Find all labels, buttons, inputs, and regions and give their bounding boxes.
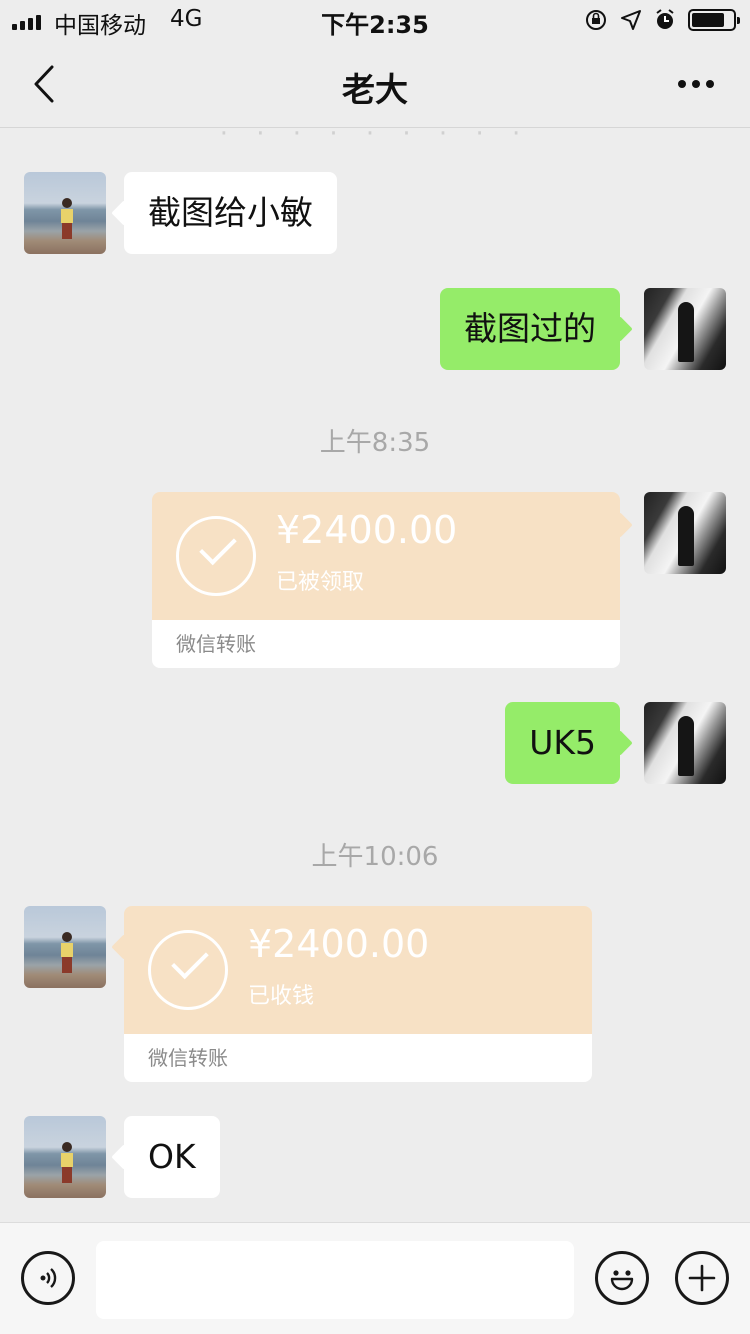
transfer-status: 已收钱 xyxy=(248,984,315,1009)
transfer-card[interactable]: ¥2400.00 已收钱 微信转账 xyxy=(124,906,592,1082)
location-icon xyxy=(621,10,641,30)
emoji-icon xyxy=(610,1270,634,1291)
more-dots-icon xyxy=(678,80,686,88)
contact-avatar[interactable] xyxy=(24,172,106,254)
sent-message-bubble[interactable]: 截图过的 xyxy=(440,288,620,370)
chat-header: 老大 xyxy=(0,40,750,128)
alarm-icon xyxy=(656,9,674,29)
check-circle-icon xyxy=(148,930,228,1010)
faded-previous-text: · · · · · · · · · xyxy=(219,129,531,149)
message-input[interactable] xyxy=(96,1241,574,1319)
transfer-amount: ¥2400.00 xyxy=(276,508,458,552)
chat-title: 老大 xyxy=(342,70,408,109)
transfer-footer: 微信转账 xyxy=(124,1034,592,1082)
status-bar: 中国移动 4G 下午2:35 xyxy=(0,0,750,40)
contact-avatar[interactable] xyxy=(24,1116,106,1198)
timestamp: 上午10:06 xyxy=(311,842,439,872)
my-avatar[interactable] xyxy=(644,288,726,370)
rotation-lock-icon xyxy=(586,10,606,30)
transfer-card[interactable]: ¥2400.00 已被领取 微信转账 xyxy=(152,492,620,668)
my-avatar[interactable] xyxy=(644,702,726,784)
received-message-bubble[interactable]: OK xyxy=(124,1116,220,1198)
voice-icon xyxy=(40,1268,57,1288)
received-message-bubble[interactable]: 截图给小敏 xyxy=(124,172,337,254)
sent-message-bubble[interactable]: UK5 xyxy=(505,702,620,784)
my-avatar[interactable] xyxy=(644,492,726,574)
plus-icon xyxy=(688,1264,716,1292)
plus-button[interactable] xyxy=(675,1251,729,1305)
transfer-amount: ¥2400.00 xyxy=(248,922,430,966)
battery-icon xyxy=(688,9,740,31)
message-list[interactable]: · · · · · · · · · 截图给小敏 截图过的 上午8:35 ¥240… xyxy=(0,129,750,1221)
transfer-status: 已被领取 xyxy=(276,570,365,595)
emoji-button[interactable] xyxy=(595,1251,649,1305)
transfer-footer: 微信转账 xyxy=(152,620,620,668)
input-bar xyxy=(0,1222,750,1334)
contact-avatar[interactable] xyxy=(24,906,106,988)
check-circle-icon xyxy=(176,516,256,596)
voice-button[interactable] xyxy=(21,1251,75,1305)
timestamp: 上午8:35 xyxy=(319,428,431,458)
more-button[interactable] xyxy=(668,64,724,104)
